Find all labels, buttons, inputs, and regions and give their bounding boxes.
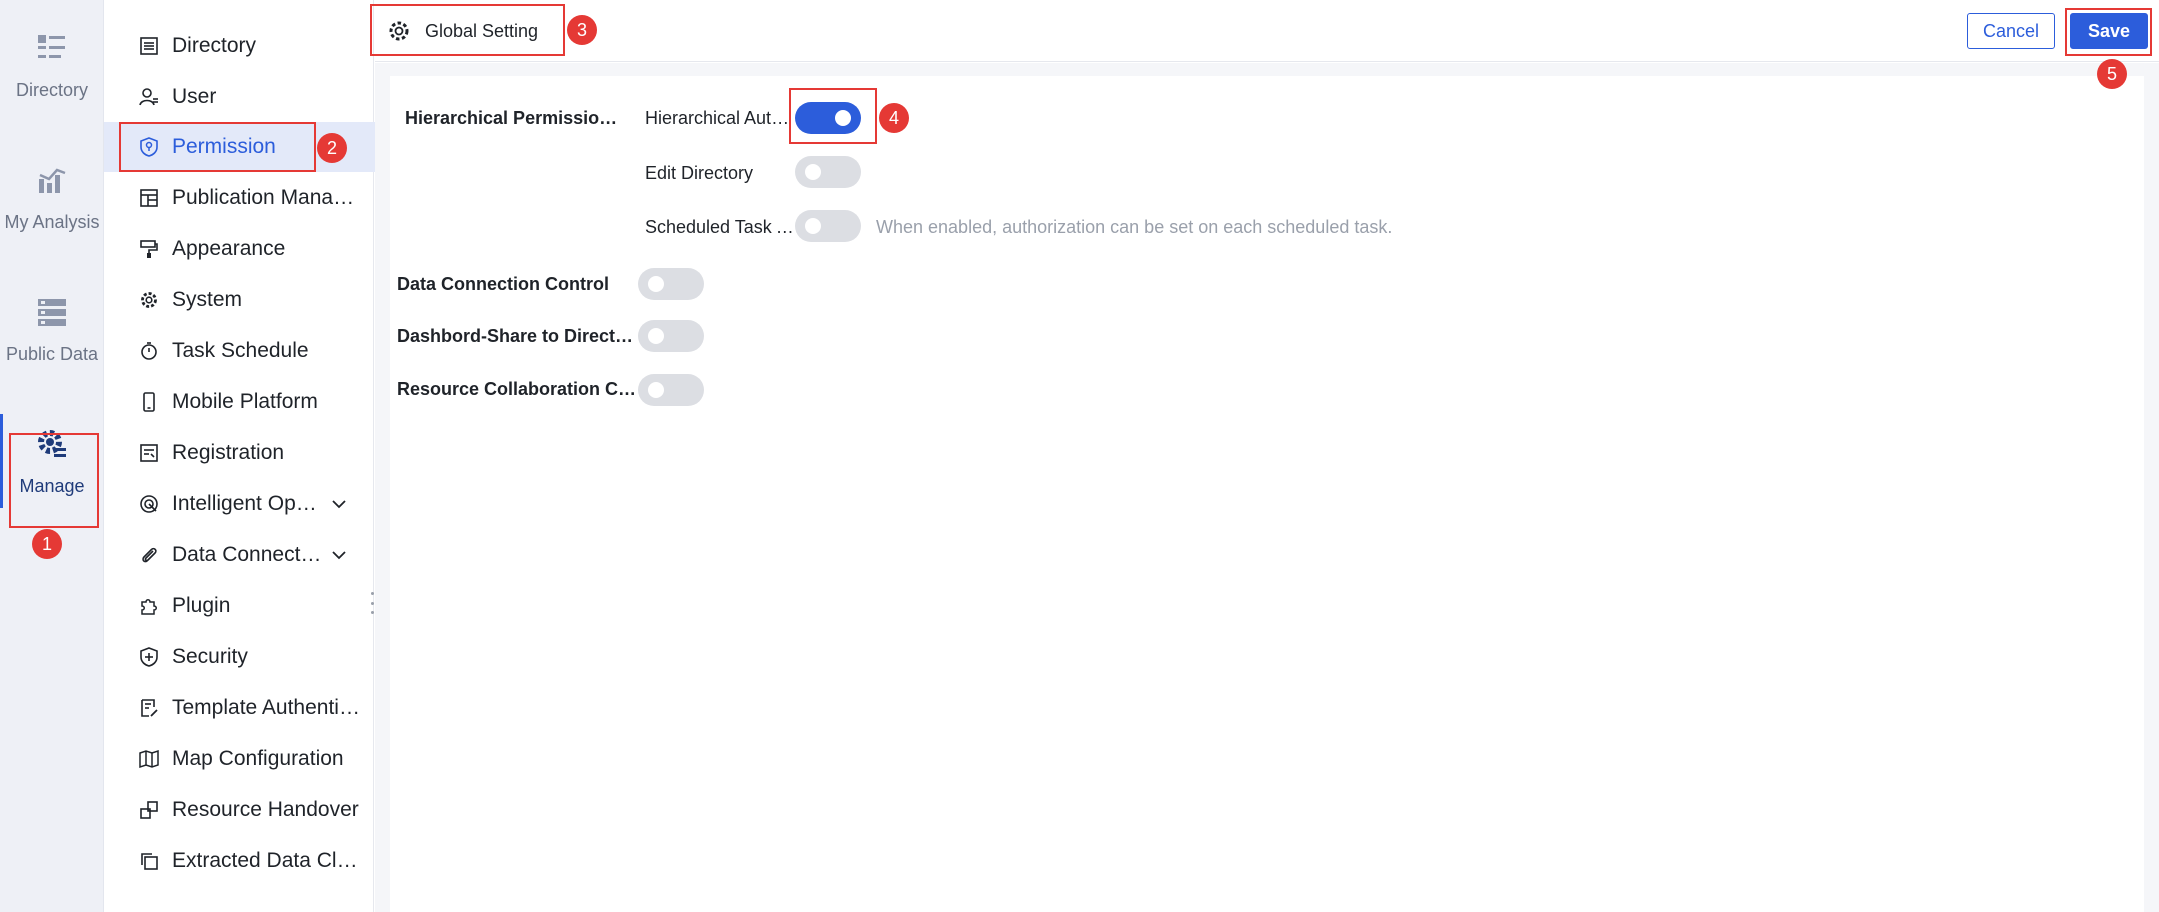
sidebar-item-label: Publication Management [172,186,362,209]
data-connection-control-toggle[interactable] [638,268,704,300]
sidebar-item-label: Registration [172,441,285,464]
sidebar-item-label: Task Schedule [172,339,309,362]
copy-icon [138,850,160,872]
layout-icon [138,187,160,209]
list-icon [138,35,160,57]
user-icon [138,86,160,108]
stopwatch-icon [138,340,160,362]
radar-icon [138,493,160,515]
sidebar-item-label: Appearance [172,237,286,260]
map-icon [138,748,160,770]
annotation-badge-3: 3 [567,15,597,45]
hierarchical-permission-label: Hierarchical Permission Control [405,108,627,128]
hierarchical-authorization-label: Hierarchical Authorization [645,108,795,128]
paperclip-icon [138,544,160,566]
annotation-highlight-5 [2065,8,2152,56]
sidebar-item-label: User [172,85,217,108]
sidebar-item-label: Mobile Platform [172,390,318,413]
directory-list-icon [34,30,70,66]
resource-collaboration-toggle[interactable] [638,374,704,406]
cancel-button[interactable]: Cancel [1967,13,2055,49]
phone-icon [138,391,160,413]
registration-icon [138,442,160,464]
sidebar-item-label: Plugin [172,594,231,617]
rail-item-label: Public Data [5,343,99,364]
sidebar-item-label: Resource Handover [172,798,359,821]
rail-item-public-data[interactable]: Public Data [0,274,104,384]
annotation-highlight-2 [119,122,316,172]
sidebar-item-label: Intelligent Operations [172,492,322,515]
sidebar-item-label: Map Configuration [172,747,344,770]
scheduled-task-label: Scheduled Task Authorization [645,217,795,237]
annotation-highlight-3 [370,4,565,56]
rail-item-label: My Analysis [4,211,100,232]
app-window: Directory My Analysis Public Data Manage… [0,0,2159,912]
sidebar-item-label: Data Connection [172,543,322,566]
annotation-badge-2: 2 [317,133,347,163]
database-icon [34,294,70,330]
dashboard-share-toggle[interactable] [638,320,704,352]
rail-item-directory[interactable]: Directory [0,10,104,120]
sidebar-item-label: Security [172,645,248,668]
puzzle-icon [138,595,160,617]
annotation-badge-1: 1 [32,529,62,559]
template-icon [138,697,160,719]
data-connection-control-label: Data Connection Control [397,274,609,294]
scheduled-task-toggle[interactable] [795,210,861,242]
rail-item-my-analysis[interactable]: My Analysis [0,142,104,252]
annotation-highlight-1 [9,433,99,528]
annotation-badge-4: 4 [879,103,909,133]
chevron-down-icon[interactable] [330,546,348,564]
annotation-highlight-4 [789,88,877,144]
edit-directory-label: Edit Directory [645,163,754,183]
top-bar: Global Setting Cancel Save [375,0,2159,62]
chevron-down-icon[interactable] [330,495,348,513]
sidebar-item-label: Template Authentication [172,696,362,719]
sidebar-item-label: Extracted Data Cleanup [172,849,362,872]
analysis-chart-icon [34,162,70,198]
resource-collaboration-label: Resource Collaboration Control [397,379,637,399]
annotation-badge-5: 5 [2097,59,2127,89]
sidebar-item-label: Directory [172,34,257,57]
scheduled-task-hint: When enabled, authorization can be set o… [876,217,1393,237]
settings-panel: Hierarchical Permission Control Hierarch… [390,76,2144,912]
rail-item-label: Directory [15,79,88,100]
edit-directory-toggle[interactable] [795,156,861,188]
dashboard-share-label: Dashbord-Share to Directory [397,326,634,346]
paint-roller-icon [138,238,160,260]
sidebar-item-label: System [172,288,243,311]
gear-icon [138,289,160,311]
shield-plus-icon [138,646,160,668]
handover-icon [138,799,160,821]
